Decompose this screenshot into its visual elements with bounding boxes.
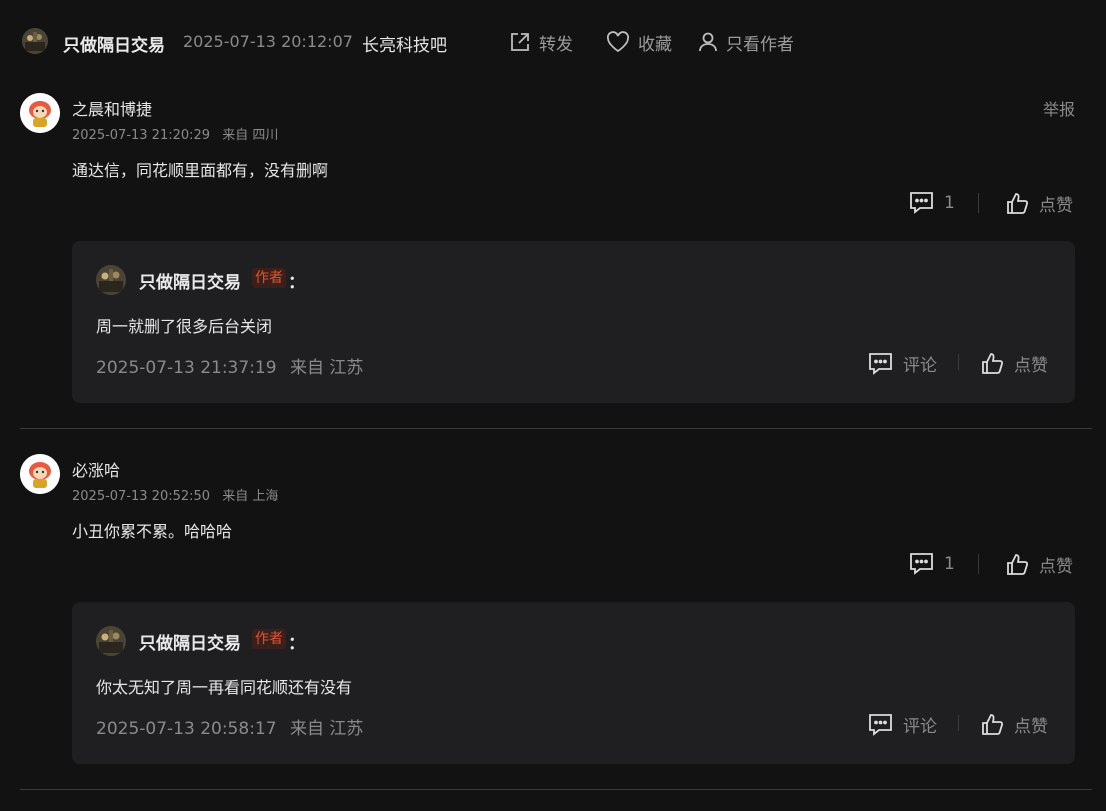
comment-divider [20, 789, 1092, 790]
like-button[interactable]: 点赞 [1006, 191, 1073, 216]
like-label: 点赞 [1039, 196, 1073, 216]
reply-like-label: 点赞 [1014, 356, 1048, 376]
reply-box: 只做隔日交易 作者 ： 你太无知了周一再看同花顺还有没有 2025-07-13 … [72, 602, 1075, 764]
reply-time: 2025-07-13 21:37:19 [96, 358, 277, 378]
reply-comment-button[interactable]: 评论 [868, 351, 937, 376]
post-time: 2025-07-13 20:12:07 [183, 32, 353, 51]
reply-colon: ： [288, 634, 305, 654]
author-only-label: 只看作者 [726, 34, 794, 55]
author-badge: 作者 [252, 268, 286, 288]
comment-text: 通达信，同花顺里面都有，没有删啊 [72, 161, 329, 180]
reply-time: 2025-07-13 20:58:17 [96, 719, 277, 739]
reply-like-button[interactable]: 点赞 [981, 712, 1048, 737]
share-icon [511, 33, 529, 51]
reply-like-label: 点赞 [1014, 717, 1048, 737]
reply-colon: ： [288, 273, 305, 293]
author-badge: 作者 [252, 629, 286, 649]
reply-count-button[interactable]: 1 [909, 191, 955, 214]
reply-author-name[interactable]: 只做隔日交易 [139, 268, 241, 293]
reply-comment-label: 评论 [903, 717, 937, 737]
commenter-avatar[interactable] [20, 454, 60, 494]
share-button[interactable]: 转发 [509, 28, 573, 56]
comment-meta: 2025-07-13 20:52:50 来自 上海 [72, 485, 278, 504]
thumbs-up-icon [1007, 554, 1029, 575]
comment-location: 来自 上海 [222, 489, 279, 504]
user-icon [699, 32, 717, 52]
reply-meta: 2025-07-13 21:37:19 来自 江苏 [96, 353, 363, 378]
comment-divider [20, 428, 1092, 429]
reply-box: 只做隔日交易 作者 ： 周一就删了很多后台关闭 2025-07-13 21:37… [72, 241, 1075, 403]
heart-icon [606, 31, 630, 53]
reply-text: 周一就删了很多后台关闭 [96, 317, 273, 336]
reply-comment-label: 评论 [903, 356, 937, 376]
comment-time: 2025-07-13 21:20:29 [72, 128, 211, 143]
reply-count-button[interactable]: 1 [909, 552, 955, 575]
thumbs-up-icon [982, 714, 1004, 735]
reply-like-button[interactable]: 点赞 [981, 351, 1048, 376]
reply-location: 来自 江苏 [289, 719, 364, 739]
comment-meta: 2025-07-13 21:20:29 来自 四川 [72, 124, 278, 143]
comment-icon [869, 714, 892, 736]
comment-text: 小丑你累不累。哈哈哈 [72, 522, 233, 541]
author-only-button[interactable]: 只看作者 [698, 28, 794, 56]
reply-location: 来自 江苏 [289, 358, 364, 378]
thumbs-up-icon [982, 353, 1004, 374]
action-divider [978, 554, 979, 574]
reply-comment-button[interactable]: 评论 [868, 712, 937, 737]
report-button[interactable]: 举报 [1043, 96, 1075, 120]
reply-count: 1 [944, 192, 955, 213]
action-divider [958, 715, 959, 731]
comment-location: 来自 四川 [222, 128, 279, 143]
reply-author-avatar[interactable] [96, 626, 126, 656]
comment-icon [910, 192, 933, 214]
commenter-name[interactable]: 必涨哈 [72, 457, 120, 481]
reply-author-name[interactable]: 只做隔日交易 [139, 629, 241, 654]
action-divider [978, 193, 979, 213]
post-author-name[interactable]: 只做隔日交易 [63, 31, 165, 56]
reply-author-avatar[interactable] [96, 265, 126, 295]
commenter-name[interactable]: 之晨和博捷 [72, 96, 152, 120]
forum-name[interactable]: 长亮科技吧 [362, 31, 447, 56]
action-divider [958, 354, 959, 370]
comment-icon [869, 353, 892, 375]
comment-icon [910, 553, 933, 575]
comment-time: 2025-07-13 20:52:50 [72, 489, 211, 504]
thumbs-up-icon [1007, 193, 1029, 214]
commenter-avatar[interactable] [20, 93, 60, 133]
reply-count: 1 [944, 553, 955, 574]
reply-text: 你太无知了周一再看同花顺还有没有 [96, 678, 353, 697]
like-label: 点赞 [1039, 557, 1073, 577]
post-header: 只做隔日交易 2025-07-13 20:12:07 长亮科技吧 转发 收藏 只… [0, 0, 1106, 84]
reply-meta: 2025-07-13 20:58:17 来自 江苏 [96, 714, 363, 739]
author-avatar[interactable] [22, 28, 48, 54]
share-label: 转发 [539, 34, 573, 55]
favorite-button[interactable]: 收藏 [606, 28, 672, 56]
like-button[interactable]: 点赞 [1006, 552, 1073, 577]
favorite-label: 收藏 [638, 34, 672, 55]
